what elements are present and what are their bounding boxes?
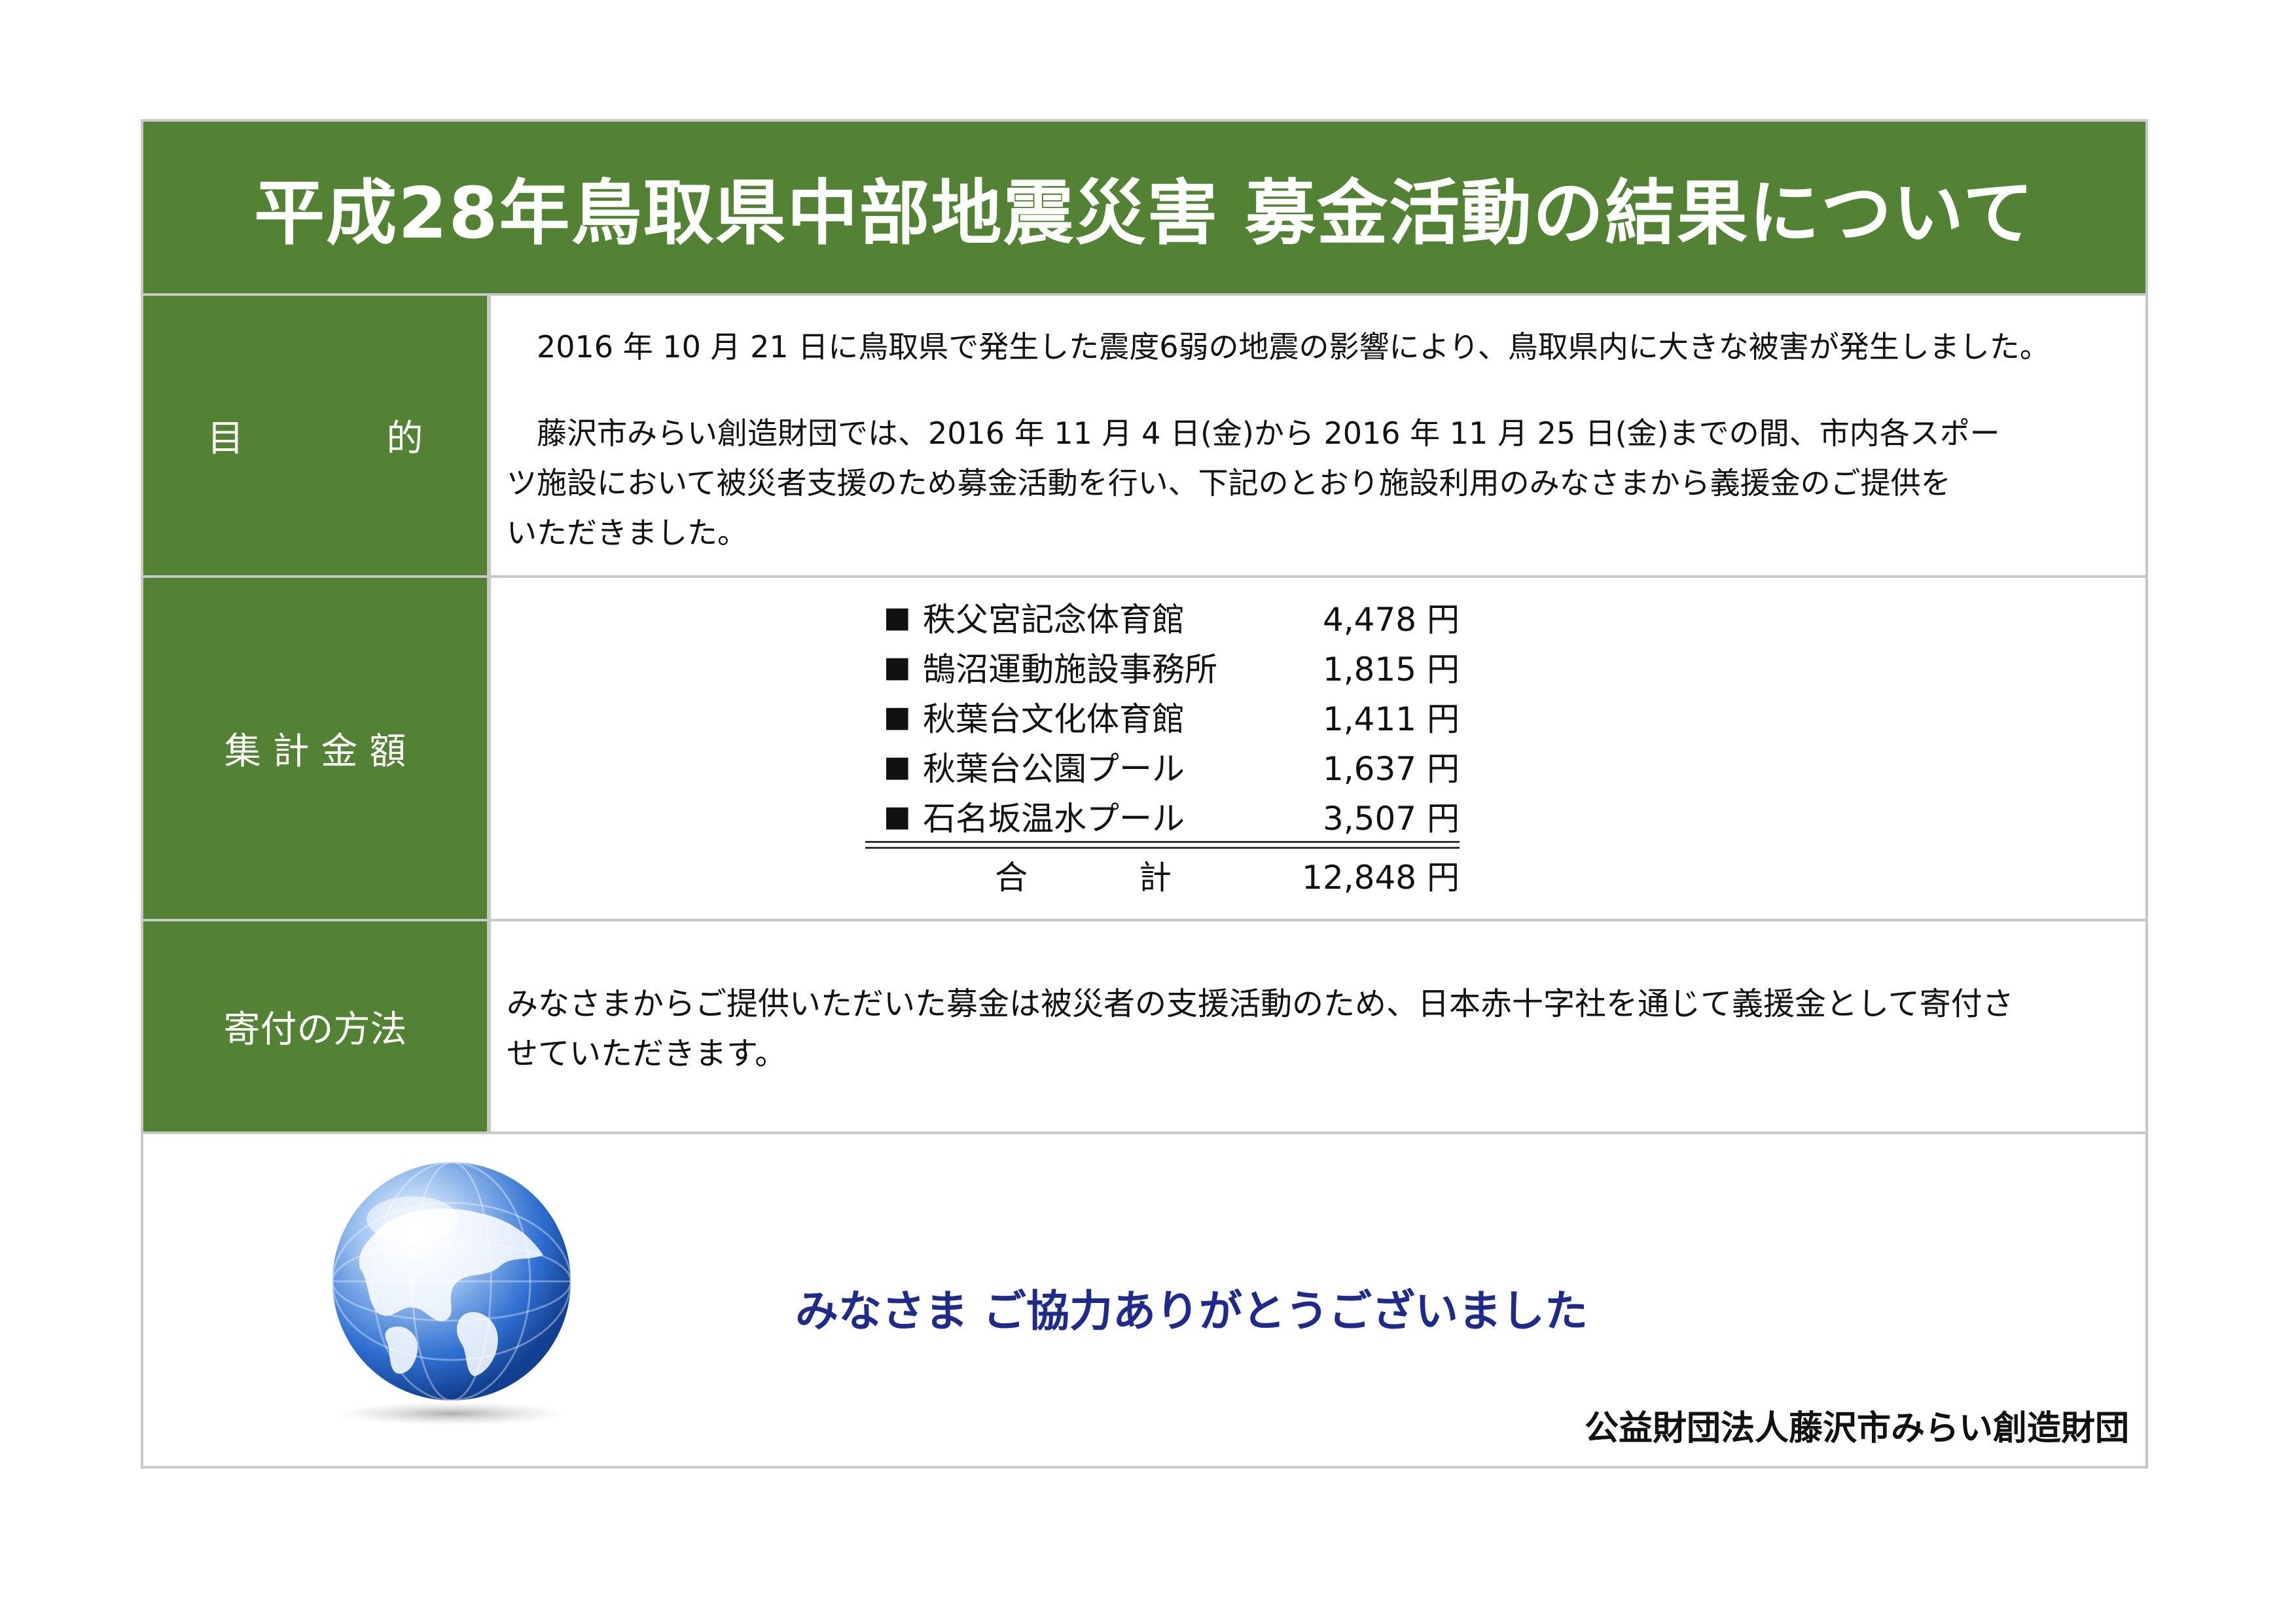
method-line-1: みなさまからご提供いただいた募金は被災者の支援活動のため、日本赤十字社を通じて義…: [507, 986, 2014, 1022]
square-bullet-icon: ■: [884, 799, 911, 833]
purpose-paragraph-2-line-3: いただきました。: [507, 515, 747, 550]
method-content-cell: みなさまからご提供いただいた募金は被災者の支援活動のため、日本赤十字社を通じて義…: [491, 921, 2145, 1132]
totals-label: 集 計 金 額: [224, 730, 406, 773]
donation-row: ■ 鵠沼運動施設事務所 1,815 円: [884, 644, 1460, 690]
total-label-left: 合: [995, 859, 1028, 897]
donation-row: ■ 秋葉台文化体育館 1,411 円: [884, 694, 1460, 740]
method-line-2: せていただきます。: [507, 1035, 787, 1072]
donation-row: ■ 秩父宮記念体育館 4,478 円: [884, 594, 1460, 640]
row-divider: [143, 1132, 2145, 1134]
venue-amount: 1,411 円: [1322, 700, 1460, 738]
purpose-label-right: 的: [386, 418, 423, 460]
total-label: 合 計: [884, 851, 1289, 899]
venue-name: 秋葉台文化体育館: [923, 700, 1185, 738]
total-amount: 12,848 円: [1302, 859, 1460, 897]
method-label-cell: 寄付の方法: [143, 921, 487, 1132]
venue-name: 石名坂温水プール: [923, 800, 1185, 838]
totals-label-cell: 集 計 金 額: [143, 578, 487, 919]
globe-icon: [332, 1162, 571, 1425]
purpose-paragraph-2-line-1: 藤沢市みらい創造財団では、2016 年 11 月 4 日(金)から 2016 年…: [537, 416, 2000, 451]
venue-amount: 3,507 円: [1322, 800, 1460, 838]
venue-name: 鵠沼運動施設事務所: [923, 651, 1217, 688]
organization-name: 公益財団法人藤沢市みらい創造財団: [1584, 1409, 2129, 1448]
donation-row: ■ 石名坂温水プール 3,507 円: [884, 793, 1460, 839]
venue-amount: 4,478 円: [1322, 601, 1460, 639]
donation-row: ■ 秋葉台公園プール 1,637 円: [884, 743, 1460, 789]
purpose-label-left: 目: [207, 418, 244, 460]
total-double-rule: [865, 841, 1460, 849]
thank-you-message: みなさま ご協力ありがとうございました: [795, 1286, 1588, 1336]
venue-name: 秋葉台公園プール: [923, 750, 1185, 788]
venue-name: 秩父宮記念体育館: [923, 601, 1185, 639]
purpose-label: 目 的: [207, 409, 423, 462]
venue-amount: 1,815 円: [1322, 651, 1460, 688]
total-row: 合 計 12,848 円: [884, 852, 1460, 898]
purpose-paragraph-1: 2016 年 10 月 21 日に鳥取県で発生した震度6弱の地震の影響により、鳥…: [537, 329, 2050, 365]
purpose-content-cell: 2016 年 10 月 21 日に鳥取県で発生した震度6弱の地震の影響により、鳥…: [491, 296, 2145, 575]
method-label: 寄付の方法: [223, 1008, 407, 1051]
purpose-paragraph-2-line-2: ツ施設において被災者支援のため募金活動を行い、下記のとおり施設利用のみなさまから…: [507, 465, 1951, 501]
venue-amount: 1,637 円: [1322, 750, 1460, 788]
square-bullet-icon: ■: [884, 600, 911, 634]
total-label-right: 計: [1139, 859, 1172, 897]
page-title: 平成28年鳥取県中部地震災害 募金活動の結果について: [254, 173, 2035, 255]
square-bullet-icon: ■: [884, 700, 911, 734]
square-bullet-icon: ■: [884, 650, 911, 684]
purpose-label-cell: 目 的: [143, 296, 487, 575]
title-bar: 平成28年鳥取県中部地震災害 募金活動の結果について: [143, 122, 2145, 293]
square-bullet-icon: ■: [884, 749, 911, 783]
